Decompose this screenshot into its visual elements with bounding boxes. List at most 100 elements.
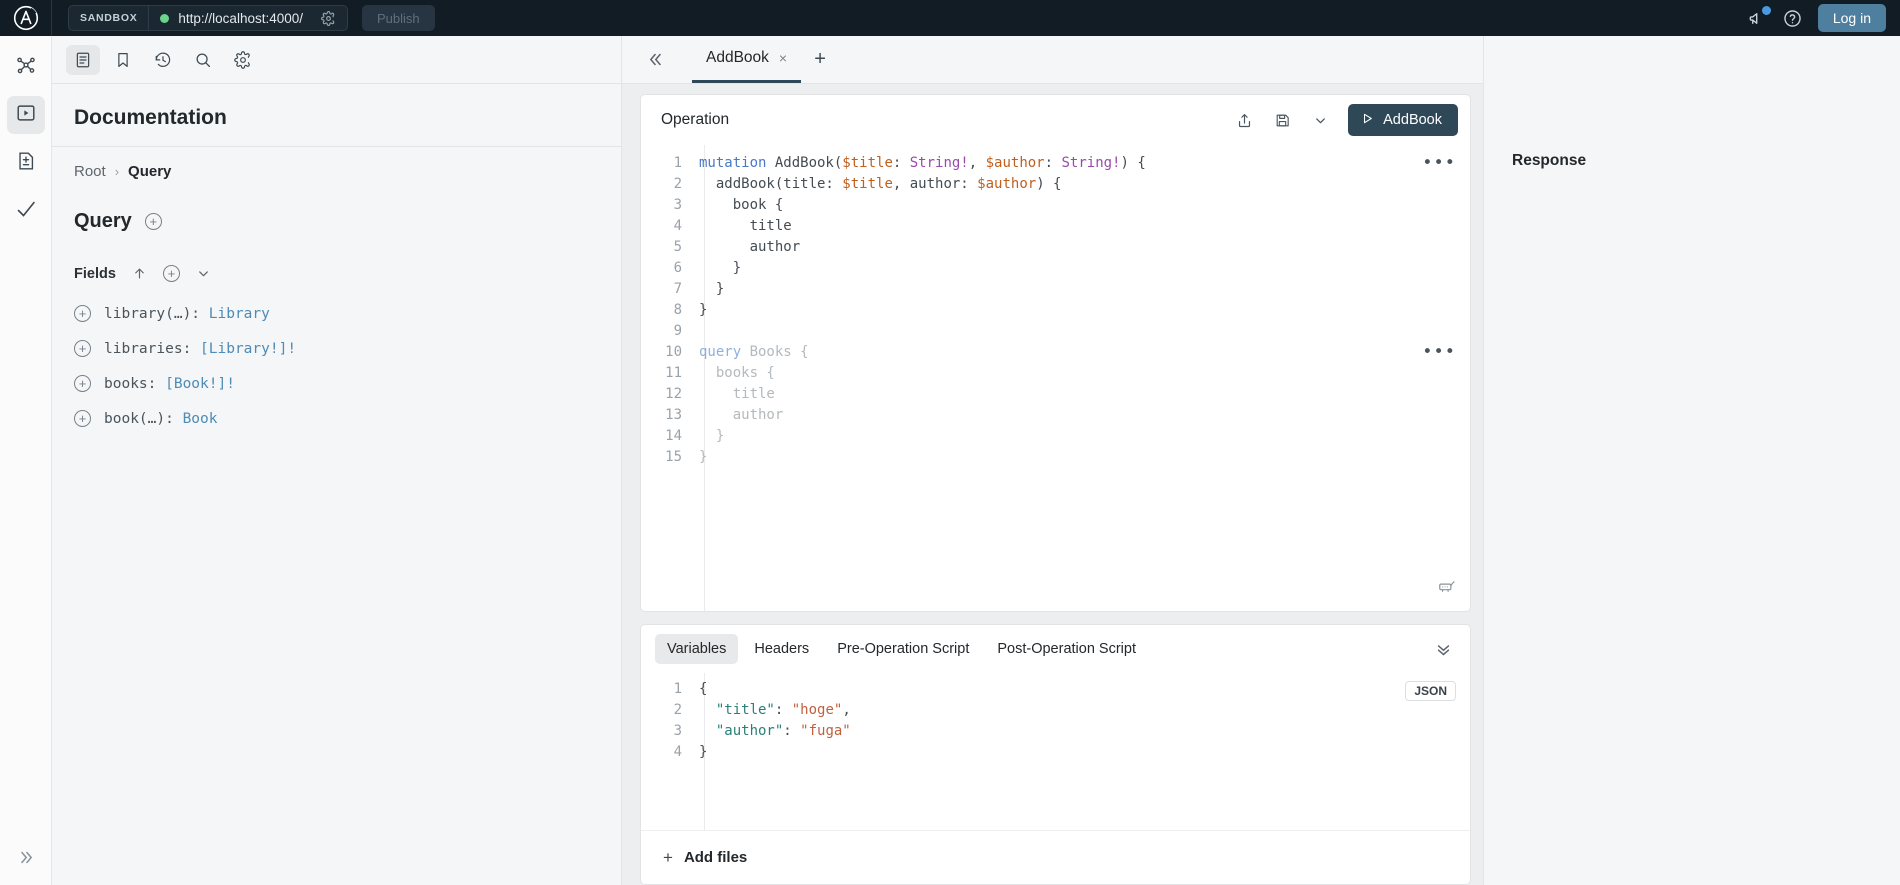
arrow-up-icon[interactable] [132, 266, 147, 281]
code-text: } [699, 428, 725, 444]
line-number: 1 [673, 681, 682, 697]
line-number: 2 [673, 176, 682, 192]
breadcrumb-current: Query [128, 163, 172, 180]
code-line: 14 } [641, 426, 1470, 447]
variables-json-editor[interactable]: 1{2 "title": "hoge", 3 "author": "fuga" 4}… [641, 673, 1470, 830]
tab-post-operation-script[interactable]: Post-Operation Script [985, 634, 1148, 664]
code-text: book { [699, 197, 784, 213]
endpoint-url-field[interactable]: http://localhost:4000/ [149, 6, 347, 30]
field-row-books[interactable]: + books: [Book!]! [74, 366, 621, 401]
code-text: title [699, 218, 792, 234]
share-upload-icon[interactable] [1228, 105, 1260, 135]
line-number: 12 [665, 386, 682, 402]
apollo-logo-icon[interactable] [0, 0, 52, 36]
operation-tab-label: AddBook [706, 49, 769, 66]
run-operation-button[interactable]: AddBook [1348, 104, 1458, 136]
field-row-libraries[interactable]: + libraries: [Library!]! [74, 331, 621, 366]
apollo-sandbox-app: SANDBOX http://localhost:4000/ Publish L… [0, 0, 1900, 885]
field-signature: library(…): Library [104, 305, 270, 322]
code-line: 4 title [641, 216, 1470, 237]
code-text: query Books { [699, 344, 809, 360]
chevron-down-icon[interactable] [196, 266, 211, 281]
history-clock-icon[interactable] [146, 45, 180, 75]
tab-variables[interactable]: Variables [655, 634, 739, 664]
fields-circle-plus-icon[interactable]: + [162, 265, 180, 282]
search-icon[interactable] [186, 45, 220, 75]
rail-expand-button[interactable] [0, 849, 51, 871]
code-line: 3 "author": "fuga" [641, 721, 1470, 742]
response-panel-title: Response [1512, 152, 1587, 169]
top-bar: SANDBOX http://localhost:4000/ Publish L… [0, 0, 1900, 36]
rail-item-checks[interactable] [7, 192, 45, 230]
format-prettify-icon[interactable] [1437, 577, 1456, 601]
endpoint-url-pill[interactable]: SANDBOX http://localhost:4000/ [68, 5, 348, 31]
login-button[interactable]: Log in [1817, 4, 1886, 32]
rail-item-explorer[interactable] [6, 96, 45, 134]
variables-json-lines: 1{2 "title": "hoge", 3 "author": "fuga" 4} [641, 679, 1470, 763]
field-add-icon[interactable]: + [74, 410, 91, 427]
fields-header: Fields + [52, 233, 621, 282]
play-triangle-icon [1361, 112, 1374, 129]
field-row-book[interactable]: + book(…): Book [74, 401, 621, 436]
graphql-code-editor[interactable]: 1 mutation AddBook($title: String!, $auth… [641, 145, 1470, 611]
chevron-double-left-icon[interactable] [632, 36, 680, 83]
code-text: title [699, 386, 775, 402]
variables-panel-card: Variables Headers Pre-Operation Script P… [640, 624, 1471, 885]
add-files-button[interactable]: + Add files [641, 830, 1470, 884]
code-line: 2 addBook(title: $title, author: $author… [641, 174, 1470, 195]
field-signature: books: [Book!]! [104, 375, 235, 392]
publish-button[interactable]: Publish [362, 5, 435, 31]
circle-plus-icon[interactable]: + [144, 213, 162, 230]
chevron-double-down-icon[interactable] [1435, 641, 1458, 658]
documentation-panel: Documentation Root › Query Query + Field… [52, 36, 622, 885]
settings-gear-icon[interactable] [226, 45, 260, 75]
code-text: } [699, 449, 708, 465]
line-number: 2 [673, 702, 682, 718]
operation-dropdown-chevron-down-icon[interactable] [1304, 105, 1336, 135]
line-number: 4 [673, 218, 682, 234]
tab-headers[interactable]: Headers [742, 634, 821, 664]
operation-tab-addbook[interactable]: AddBook × [692, 36, 802, 83]
megaphone-icon[interactable] [1748, 5, 1771, 28]
code-line-menu-icon[interactable]: ••• [1422, 153, 1456, 174]
save-disk-icon[interactable] [1266, 105, 1298, 135]
section-header-query: Query + [52, 180, 621, 233]
documentation-toolbar [52, 36, 621, 84]
rail-item-schema[interactable] [7, 48, 45, 86]
tab-pre-operation-script[interactable]: Pre-Operation Script [825, 634, 981, 664]
checks-checkmark-icon [14, 197, 38, 226]
field-add-icon[interactable]: + [74, 305, 91, 322]
code-line: 11 books { [641, 363, 1470, 384]
section-title: Query [74, 210, 132, 232]
field-signature: libraries: [Library!]! [104, 340, 297, 357]
breadcrumb: Root › Query [52, 147, 621, 180]
code-text: } [699, 302, 708, 318]
docs-page-icon[interactable] [66, 44, 100, 75]
graphql-code-lines: 1 mutation AddBook($title: String!, $auth… [641, 153, 1470, 468]
operation-editor-card: Operation AddBook 1 mutation AddBook($ti… [640, 94, 1471, 612]
rail-item-variants[interactable] [7, 144, 45, 182]
add-tab-plus-icon[interactable]: + [801, 36, 839, 83]
add-files-label: Add files [683, 849, 748, 866]
endpoint-url-text: http://localhost:4000/ [178, 10, 303, 26]
bookmark-icon[interactable] [106, 45, 140, 75]
breadcrumb-separator: › [114, 164, 120, 179]
line-number: 9 [673, 323, 682, 339]
help-circle-icon[interactable] [1783, 9, 1802, 28]
code-line: 8} [641, 300, 1470, 321]
code-line-menu-icon[interactable]: ••• [1422, 342, 1456, 363]
code-text: addBook(title: $title, author: $author) … [699, 176, 1062, 192]
connection-status-dot [160, 13, 170, 23]
field-add-icon[interactable]: + [74, 340, 91, 357]
code-line: 12 title [641, 384, 1470, 405]
json-format-badge[interactable]: JSON [1405, 681, 1456, 701]
line-number: 10 [665, 344, 682, 360]
breadcrumb-root[interactable]: Root [74, 163, 106, 180]
line-number: 6 [673, 260, 682, 276]
field-row-library[interactable]: + library(…): Library [74, 296, 621, 331]
field-add-icon[interactable]: + [74, 375, 91, 392]
close-icon[interactable]: × [779, 50, 787, 66]
operation-editor-header: Operation AddBook [641, 95, 1470, 145]
code-line: 2 "title": "hoge", [641, 700, 1470, 721]
endpoint-settings-gear-icon[interactable] [316, 10, 341, 26]
